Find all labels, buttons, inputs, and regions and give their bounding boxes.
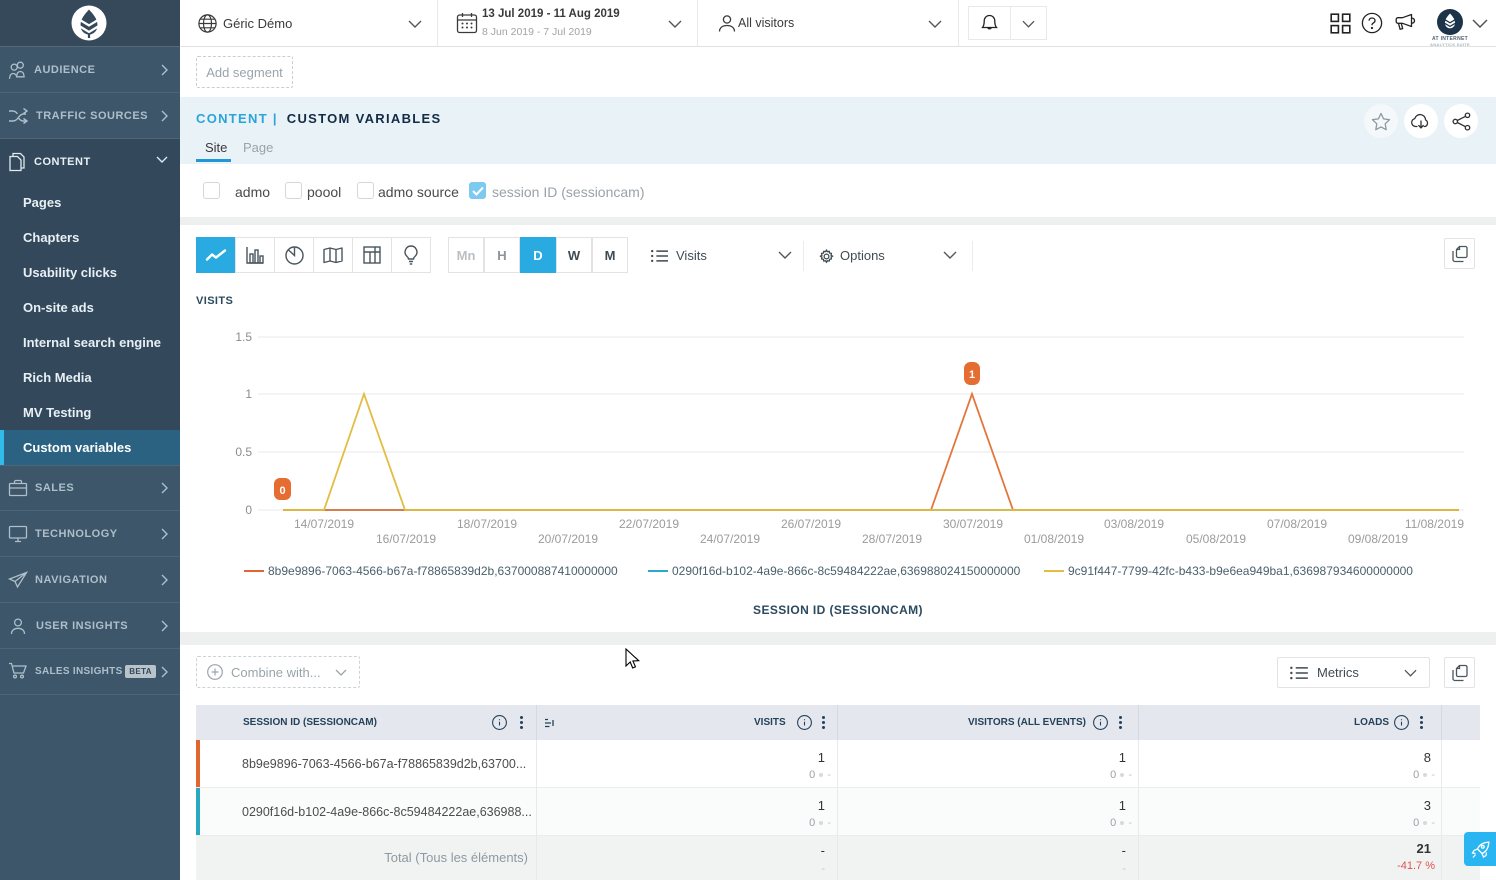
svg-text:1: 1 [969, 369, 975, 381]
svg-text:20/07/2019: 20/07/2019 [538, 532, 598, 546]
svg-text:1.5: 1.5 [235, 330, 252, 344]
svg-text:0: 0 [245, 503, 252, 517]
svg-text:05/08/2019: 05/08/2019 [1186, 532, 1246, 546]
svg-text:0.5: 0.5 [235, 445, 252, 459]
svg-text:18/07/2019: 18/07/2019 [457, 517, 517, 531]
svg-text:1: 1 [245, 387, 252, 401]
svg-text:24/07/2019: 24/07/2019 [700, 532, 760, 546]
svg-text:16/07/2019: 16/07/2019 [376, 532, 436, 546]
svg-text:22/07/2019: 22/07/2019 [619, 517, 679, 531]
svg-text:01/08/2019: 01/08/2019 [1024, 532, 1084, 546]
svg-text:26/07/2019: 26/07/2019 [781, 517, 841, 531]
svg-text:07/08/2019: 07/08/2019 [1267, 517, 1327, 531]
svg-text:30/07/2019: 30/07/2019 [943, 517, 1003, 531]
svg-text:03/08/2019: 03/08/2019 [1104, 517, 1164, 531]
svg-text:28/07/2019: 28/07/2019 [862, 532, 922, 546]
svg-text:0: 0 [279, 485, 285, 497]
svg-text:09/08/2019: 09/08/2019 [1348, 532, 1408, 546]
svg-text:14/07/2019: 14/07/2019 [294, 517, 354, 531]
svg-text:11/08/2019: 11/08/2019 [1405, 517, 1464, 531]
